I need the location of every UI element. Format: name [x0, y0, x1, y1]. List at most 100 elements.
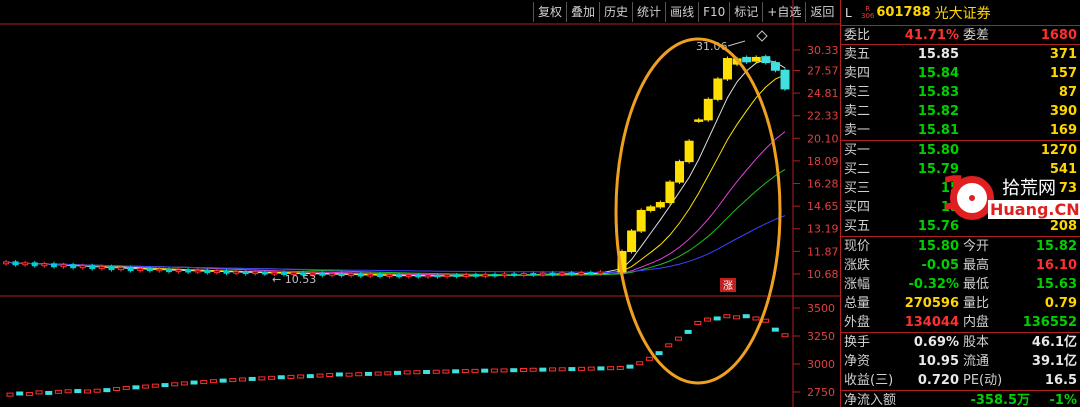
candle-body	[646, 206, 656, 211]
candle-body	[665, 181, 675, 204]
stock-name: 光大证券	[934, 5, 991, 22]
bid-row[interactable]: 买一 15.80 1270	[841, 141, 1080, 160]
draw-line-button[interactable]: 画线	[665, 2, 698, 22]
candle-body	[50, 263, 57, 268]
price-tick-label: 24.81	[807, 87, 839, 100]
candle-body	[118, 267, 125, 271]
candle-body	[357, 273, 364, 277]
candle-body	[396, 274, 403, 278]
volume-bar	[200, 380, 208, 385]
volume-bar	[423, 369, 431, 374]
candle-body	[520, 273, 527, 276]
restore-rights-button[interactable]: 复权	[533, 2, 566, 22]
stat-row: 涨跌 -0.05 最高 16.10	[844, 258, 1077, 273]
volume-bar	[6, 392, 14, 397]
volume-bar	[268, 375, 276, 380]
watermark-en: Huang.CN	[988, 200, 1080, 219]
volume-bar	[316, 373, 324, 378]
volume-bar	[471, 368, 479, 373]
ask-row[interactable]: 卖一 15.81 169	[841, 121, 1080, 140]
ask-row[interactable]: 卖五 15.85 371	[841, 45, 1080, 64]
statistics-button[interactable]: 统计	[632, 2, 665, 22]
stat-row: 总量 270596 量比 0.79	[844, 296, 1077, 311]
candle-body	[597, 271, 604, 275]
price-tick-label: 10.68	[807, 268, 839, 281]
back-button[interactable]: 返回	[805, 2, 838, 22]
ask-row[interactable]: 卖二 15.82 390	[841, 102, 1080, 121]
candle-body	[655, 202, 665, 208]
candle-body	[530, 273, 537, 276]
volume-tick-label: 2750	[807, 386, 835, 399]
volume-bar	[355, 372, 363, 377]
ask-row[interactable]: 卖四 15.84 157	[841, 64, 1080, 83]
market-sub: R 306	[861, 4, 875, 20]
volume-bar	[549, 367, 556, 372]
volume-bar	[558, 367, 566, 372]
volume-bar	[306, 374, 314, 379]
mark-button[interactable]: 标记	[729, 2, 762, 22]
ask-row[interactable]: 卖三 15.83 87	[841, 83, 1080, 102]
candle-body	[223, 270, 230, 274]
candle-body	[722, 58, 732, 80]
volume-bar	[771, 327, 779, 332]
volume-tick-label: 3500	[807, 302, 835, 315]
volume-tick-label: 3250	[807, 330, 835, 343]
volume-bar	[74, 389, 82, 394]
volume-bar	[461, 369, 469, 374]
candle-body	[491, 273, 498, 277]
volume-bar	[142, 384, 150, 389]
ask-book: 卖五 15.85 371 卖四 15.84 157 卖三 15.83 87 卖二…	[841, 45, 1080, 141]
volume-bar	[326, 373, 334, 378]
candle-body	[204, 269, 211, 274]
candle-body	[213, 270, 220, 274]
fundamentals: 换手 0.69% 股本 46.1亿 净资 10.95 流通 39.1亿 收益(三…	[841, 333, 1080, 391]
f10-button[interactable]: F10	[698, 2, 729, 22]
volume-bar	[345, 372, 353, 377]
overlay-button[interactable]: 叠加	[566, 2, 599, 22]
volume-bar	[35, 390, 43, 395]
volume-bar	[258, 376, 266, 381]
candle-body	[79, 265, 86, 269]
candle-body	[627, 230, 637, 253]
candle-body	[60, 264, 67, 268]
candle-body	[89, 265, 96, 270]
candle-body	[751, 56, 761, 62]
volume-bar	[113, 387, 121, 392]
volume-bar	[287, 374, 295, 379]
volume-bar	[93, 388, 101, 393]
stat-row: 涨幅 -0.32% 最低 15.63	[844, 277, 1077, 292]
candle-body	[587, 272, 594, 275]
candle-body	[742, 56, 752, 63]
candle-body	[539, 272, 546, 276]
candle-body	[165, 268, 172, 273]
volume-bar	[519, 367, 527, 372]
volume-bar	[655, 351, 663, 356]
volume-bar	[452, 369, 460, 374]
volume-bar	[723, 314, 731, 319]
candle-body	[482, 273, 489, 277]
kline-chart[interactable]: 30.33 27.57 24.81 22.33 20.10 18.09 16.28 14.65…	[0, 0, 840, 407]
volume-bar	[762, 318, 770, 323]
candle-body	[472, 274, 479, 277]
candle-body	[41, 263, 48, 267]
candle-body	[137, 268, 144, 272]
volume-bar	[529, 367, 537, 372]
candle-body	[636, 209, 646, 232]
candle-body	[233, 271, 240, 274]
volume-bar	[122, 385, 130, 390]
candle-body	[185, 269, 192, 273]
volume-bar	[432, 369, 440, 374]
market-flag: L	[845, 5, 852, 20]
add-watchlist-button[interactable]: +自选	[762, 2, 805, 22]
candle-body	[12, 261, 19, 266]
candle-body	[348, 273, 355, 277]
volume-bar	[16, 391, 24, 396]
candle-body	[684, 140, 694, 163]
history-button[interactable]: 历史	[599, 2, 632, 22]
price-tick-label: 14.65	[807, 200, 839, 213]
volume-bar	[413, 370, 421, 375]
candle-body	[367, 273, 374, 277]
volume-bar	[752, 316, 760, 321]
candle-body	[108, 266, 115, 271]
candle-body	[175, 269, 182, 273]
